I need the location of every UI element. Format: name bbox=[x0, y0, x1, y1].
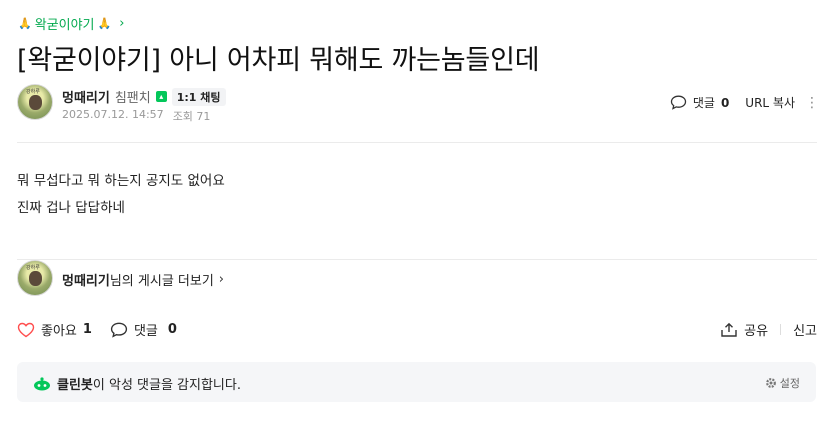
author-info: 멍때리기 침팬치 ▴ 1:1 채팅 bbox=[62, 87, 226, 106]
cleanbot-icon bbox=[33, 376, 51, 391]
author-posts-link[interactable]: 멍때리기 님의 게시글 더보기 › bbox=[62, 270, 224, 289]
cleanbot-settings-button[interactable]: 설정 bbox=[765, 375, 800, 391]
comment-icon[interactable] bbox=[670, 95, 687, 110]
divider bbox=[17, 142, 817, 143]
settings-label: 설정 bbox=[779, 377, 800, 390]
separator bbox=[780, 324, 782, 335]
avatar[interactable]: 강하루 bbox=[17, 260, 53, 296]
comment-count: 0 bbox=[167, 322, 177, 337]
chat-button[interactable]: 1:1 채팅 bbox=[171, 87, 226, 106]
share-icon[interactable] bbox=[720, 322, 738, 338]
post-body-line: 진짜 겁나 답답하네 bbox=[17, 200, 125, 216]
heart-icon[interactable] bbox=[17, 322, 35, 338]
cleanbot-message: 클린봇 이 악성 댓글을 감지합니다. bbox=[33, 374, 241, 393]
share-button[interactable]: 공유 bbox=[744, 320, 768, 339]
comment-icon[interactable] bbox=[110, 322, 128, 338]
comment-count: 0 bbox=[720, 95, 730, 110]
share-report-bar: 공유 신고 bbox=[720, 320, 817, 339]
header-actions: 댓글 0 URL 복사 ⋮ bbox=[670, 94, 819, 111]
praying-hands-icon: 🙏 bbox=[97, 17, 112, 30]
gear-icon bbox=[765, 377, 777, 389]
chevron-right-icon: › bbox=[218, 272, 224, 287]
cleanbot-text: 이 악성 댓글을 감지합니다. bbox=[92, 378, 241, 393]
avatar-tag: 강하루 bbox=[26, 89, 40, 95]
post-date: 2025.07.12. 14:57 bbox=[62, 108, 164, 121]
praying-hands-icon: 🙏 bbox=[18, 17, 32, 30]
post-meta: 2025.07.12. 14:57 조회 71 bbox=[62, 108, 210, 124]
avatar[interactable]: 강하루 bbox=[17, 84, 53, 120]
board-link[interactable]: 🙏 왁굳이야기 🙏 › bbox=[18, 14, 124, 33]
author-name[interactable]: 멍때리기 bbox=[62, 87, 110, 106]
profile-name: 멍때리기 bbox=[62, 274, 110, 289]
cleanbot-name: 클린봇 bbox=[57, 378, 93, 393]
like-label[interactable]: 좋아요 bbox=[41, 320, 77, 339]
author-level: 침팬치 bbox=[114, 91, 151, 106]
board-name: 왁굳이야기 bbox=[34, 18, 95, 33]
comment-label[interactable]: 댓글 bbox=[693, 94, 715, 111]
chevron-right-icon: › bbox=[119, 16, 125, 31]
cleanbot-banner: 클린봇 이 악성 댓글을 감지합니다. 설정 bbox=[17, 362, 816, 402]
view-count: 조회 71 bbox=[172, 110, 211, 123]
comment-label[interactable]: 댓글 bbox=[134, 320, 158, 339]
post-body-line: 뭐 무섭다고 뭐 하는지 공지도 없어요 bbox=[17, 173, 225, 189]
level-badge-icon: ▴ bbox=[155, 91, 167, 102]
reaction-bar: 좋아요 1 댓글 0 bbox=[17, 320, 177, 339]
divider bbox=[17, 259, 817, 260]
more-options-icon[interactable]: ⋮ bbox=[805, 95, 819, 111]
report-button[interactable]: 신고 bbox=[793, 320, 817, 339]
post-title: [왁굳이야기] 아니 어차피 뭐해도 까는놈들인데 bbox=[17, 45, 540, 76]
like-count: 1 bbox=[82, 322, 92, 337]
profile-link-suffix: 님의 게시글 더보기 bbox=[109, 274, 214, 289]
url-copy-button[interactable]: URL 복사 bbox=[745, 94, 795, 111]
avatar-tag: 강하루 bbox=[26, 265, 40, 271]
